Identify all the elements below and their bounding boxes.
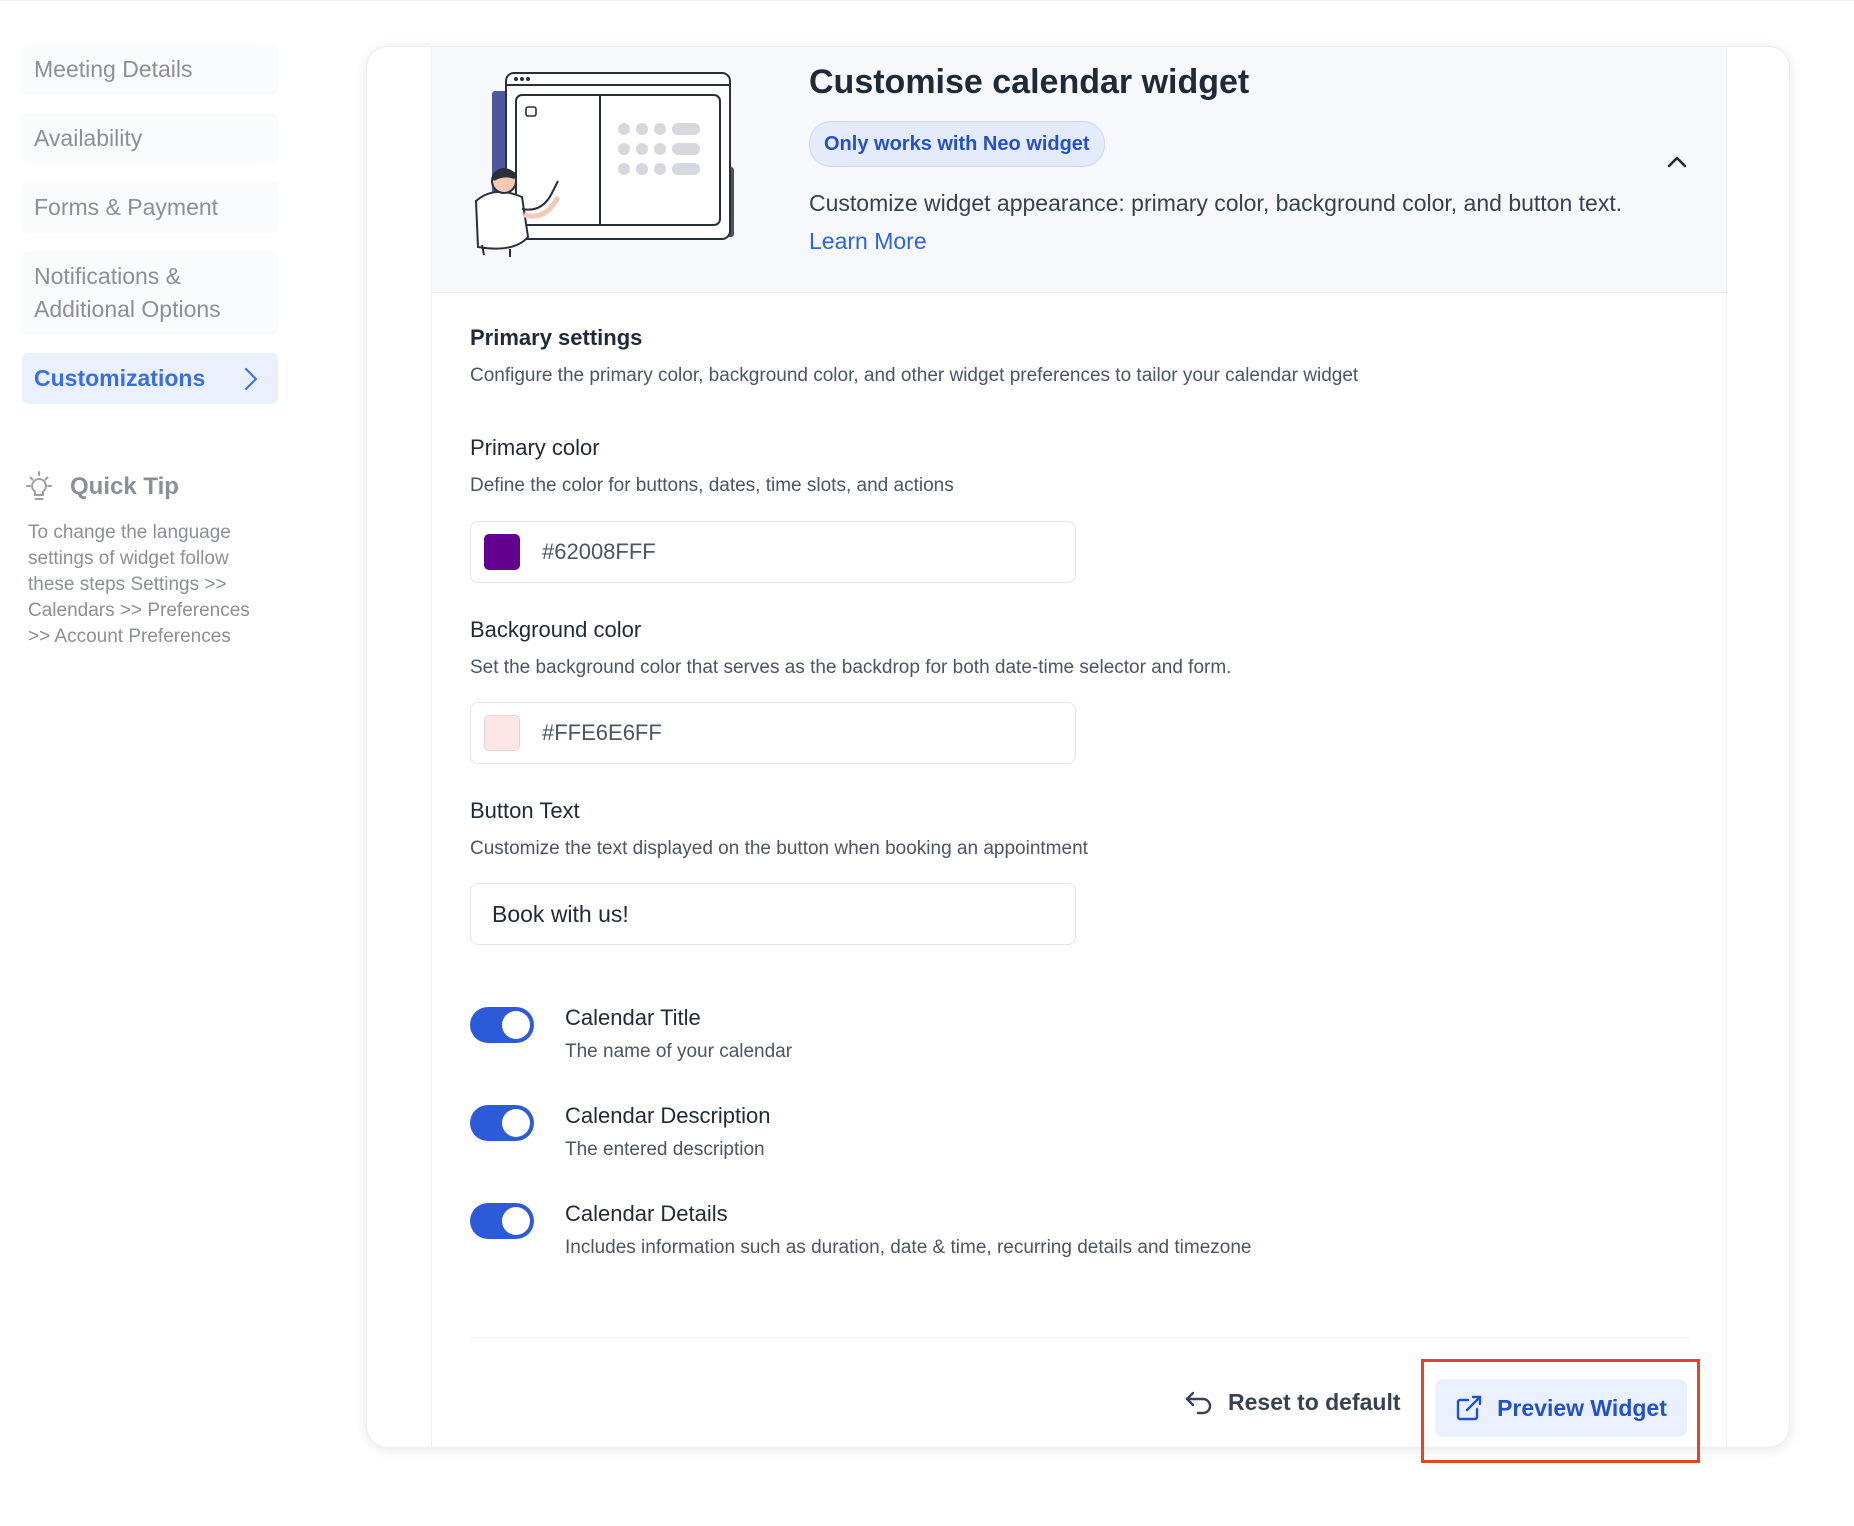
top-divider bbox=[0, 0, 1854, 1]
quick-tip-title: Quick Tip bbox=[70, 473, 179, 500]
calendar-details-toggle[interactable] bbox=[470, 1203, 534, 1239]
toggle-title: Calendar Details bbox=[565, 1201, 728, 1226]
background-color-header: Background color Set the background colo… bbox=[470, 617, 1231, 679]
chevron-right-icon bbox=[234, 367, 258, 390]
background-color-swatch[interactable] bbox=[484, 715, 520, 751]
sidebar-item-meeting-details[interactable]: Meeting Details bbox=[22, 44, 278, 95]
button-text-label: Button Text bbox=[470, 798, 580, 823]
background-color-subtitle: Set the background color that serves as … bbox=[470, 657, 1232, 678]
primary-settings-header: Primary settings Configure the primary c… bbox=[470, 325, 1358, 387]
toggle-subtitle: The entered description bbox=[565, 1139, 765, 1160]
primary-color-value: #62008FFF bbox=[542, 539, 656, 564]
background-color-value: #FFE6E6FF bbox=[542, 720, 662, 745]
primary-color-field[interactable]: #62008FFF bbox=[470, 521, 1076, 583]
toggle-subtitle: The name of your calendar bbox=[565, 1041, 793, 1062]
preview-widget-button[interactable]: Preview Widget bbox=[1435, 1379, 1687, 1437]
toggle-title: Calendar Title bbox=[565, 1005, 701, 1030]
sidebar: Meeting Details Availability Forms & Pay… bbox=[22, 44, 278, 422]
button-text-subtitle: Customize the text displayed on the butt… bbox=[470, 838, 1088, 859]
sidebar-item-label: Availability bbox=[34, 125, 143, 151]
sidebar-item-availability[interactable]: Availability bbox=[22, 113, 278, 164]
preview-label: Preview Widget bbox=[1497, 1394, 1667, 1421]
learn-more-link[interactable]: Learn More bbox=[809, 228, 927, 255]
primary-settings-subtitle: Configure the primary color, background … bbox=[470, 365, 1359, 386]
calendar-title-toggle[interactable] bbox=[470, 1007, 534, 1043]
chevron-up-icon[interactable] bbox=[1662, 147, 1692, 177]
toggle-knob bbox=[502, 1011, 530, 1039]
reset-label: Reset to default bbox=[1228, 1388, 1401, 1415]
sidebar-item-label: Customizations bbox=[34, 365, 206, 391]
hero-description: Customize widget appearance: primary col… bbox=[809, 190, 1623, 216]
calendar-description-toggle[interactable] bbox=[470, 1105, 534, 1141]
background-color-field[interactable]: #FFE6E6FF bbox=[470, 702, 1076, 764]
primary-settings-title: Primary settings bbox=[470, 325, 643, 350]
sidebar-item-label: Notifications & Additional Options bbox=[34, 263, 221, 322]
widget-hero: Customise calendar widget Only works wit… bbox=[432, 47, 1726, 293]
button-text-field[interactable]: Book with us! bbox=[470, 883, 1076, 945]
customization-card: Customise calendar widget Only works wit… bbox=[366, 46, 1790, 1448]
button-text-value: Book with us! bbox=[492, 900, 629, 927]
toggle-knob bbox=[502, 1109, 530, 1137]
toggle-knob bbox=[502, 1207, 530, 1235]
sidebar-item-customizations[interactable]: Customizations bbox=[22, 353, 278, 404]
external-link-icon bbox=[1456, 1395, 1482, 1421]
toggle-subtitle: Includes information such as duration, d… bbox=[565, 1237, 1252, 1258]
hero-title: Customise calendar widget bbox=[809, 63, 1250, 101]
primary-color-subtitle: Define the color for buttons, dates, tim… bbox=[470, 475, 954, 496]
background-color-label: Background color bbox=[470, 617, 642, 642]
primary-color-label: Primary color bbox=[470, 435, 600, 460]
reset-to-default-button[interactable]: Reset to default bbox=[1184, 1379, 1401, 1425]
lightbulb-icon bbox=[26, 471, 52, 500]
undo-icon bbox=[1185, 1391, 1212, 1415]
button-text-header: Button Text Customize the text displayed… bbox=[470, 798, 1088, 860]
toggle-title: Calendar Description bbox=[565, 1103, 771, 1128]
primary-color-header: Primary color Define the color for butto… bbox=[470, 435, 954, 497]
footer-divider bbox=[470, 1337, 1690, 1338]
calendar-description-toggle-row: Calendar Description The entered descrip… bbox=[470, 1103, 771, 1161]
calendar-title-toggle-row: Calendar Title The name of your calendar bbox=[470, 1005, 793, 1063]
sidebar-item-forms-payment[interactable]: Forms & Payment bbox=[22, 182, 278, 233]
calendar-illustration bbox=[474, 72, 734, 257]
quick-tip-text: To change the language settings of widge… bbox=[28, 522, 250, 647]
neo-widget-badge: Only works with Neo widget bbox=[809, 121, 1105, 167]
sidebar-item-label: Meeting Details bbox=[34, 56, 193, 82]
card-inner: Customise calendar widget Only works wit… bbox=[431, 47, 1727, 1447]
sidebar-item-label: Forms & Payment bbox=[34, 194, 219, 220]
quick-tip: Quick Tip To change the language setting… bbox=[22, 470, 272, 650]
sidebar-item-notifications[interactable]: Notifications & Additional Options bbox=[22, 251, 278, 335]
primary-color-swatch[interactable] bbox=[484, 534, 520, 570]
calendar-details-toggle-row: Calendar Details Includes information su… bbox=[470, 1201, 1252, 1259]
